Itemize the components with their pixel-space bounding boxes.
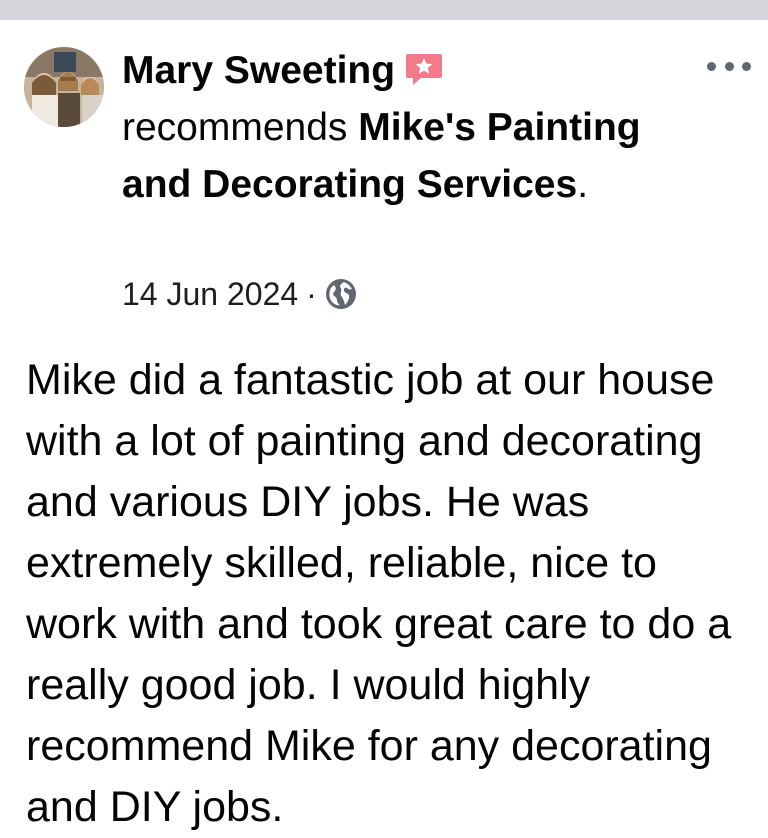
action-text: recommends [122, 106, 348, 149]
author-avatar[interactable] [24, 47, 104, 127]
post-meta: 14 Jun 2024 · [122, 272, 357, 316]
post-date[interactable]: 14 Jun 2024 [122, 276, 298, 313]
header-punctuation: . [577, 163, 589, 206]
avatar-photo [24, 47, 104, 127]
meta-separator: · [306, 275, 317, 312]
globe-icon[interactable] [325, 278, 357, 310]
author-name[interactable]: Mary Sweeting [122, 49, 395, 92]
recommendation-post: Mary Sweeting recommends Mike's Painting… [0, 20, 768, 831]
post-header: Mary Sweeting recommends Mike's Painting… [122, 42, 682, 213]
feed-divider [0, 0, 768, 20]
post-body-text: Mike did a fantastic job at our house wi… [26, 356, 732, 831]
more-options-icon[interactable] [707, 58, 751, 74]
recommendation-badge-icon [405, 52, 443, 86]
